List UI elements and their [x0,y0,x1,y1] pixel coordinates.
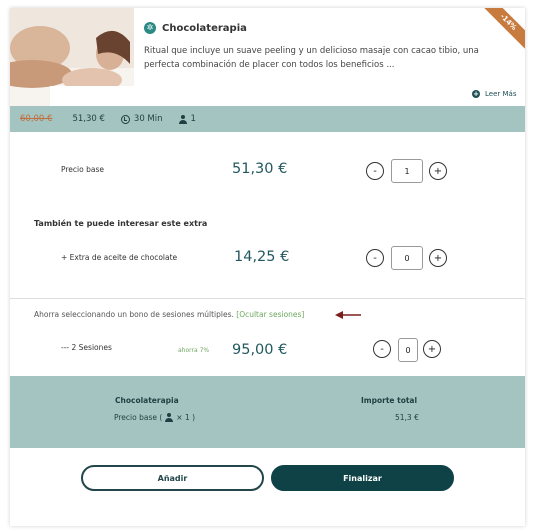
product-title-row: ✲ Chocolaterapia [144,22,247,34]
duration-value: 30 Min [133,114,163,124]
discount-ribbon-label: -14% [481,8,525,52]
person-icon [165,413,174,422]
discount-ribbon: -14% [481,8,525,52]
current-price: 51,30 € [72,114,105,124]
bono-decrement-button[interactable]: - [373,340,391,358]
summary-line-qty: × 1 ) [176,413,196,422]
people-value: 1 [190,114,196,124]
product-info-bar: 60,00 € 51,30 € 30 Min 1 [10,106,525,132]
order-summary: Chocolaterapia Precio base ( × 1 ) Impor… [10,376,525,448]
person-icon [178,114,187,124]
extra-label: + Extra de aceite de chocolate [61,253,178,262]
extra-quantity-input[interactable] [391,246,423,270]
bono-session-price: 95,00 € [232,342,288,358]
people-count: 1 [178,114,196,124]
bono-saving-badge: ahorra 7% [178,347,210,354]
add-button[interactable]: Añadir [81,465,264,491]
extras-heading: También te puede interesar este extra [34,219,208,228]
bono-text: Ahorra seleccionando un bono de sesiones… [34,310,234,319]
bono-increment-button[interactable]: + [423,340,441,358]
bono-session-label: --- 2 Sesiones [61,343,112,352]
summary-product-name: Chocolaterapia [115,396,179,405]
product-description: Ritual que incluye un suave peeling y un… [144,46,479,70]
base-decrement-button[interactable]: - [366,162,384,180]
plus-circle-icon: + [472,89,480,98]
base-quantity-input[interactable] [391,159,423,183]
extra-decrement-button[interactable]: - [366,249,384,267]
total-value: 51,3 € [395,413,419,422]
summary-line: Precio base ( × 1 ) [114,413,195,422]
base-price-value: 51,30 € [232,161,288,177]
total-label: Importe total [361,396,418,405]
product-name: Chocolaterapia [162,22,247,34]
extra-increment-button[interactable]: + [429,249,447,267]
bono-message: Ahorra seleccionando un bono de sesiones… [34,310,304,319]
product-card: ✲ Chocolaterapia Ritual que incluye un s… [10,8,525,526]
arrow-left-icon [335,311,361,319]
clock-icon [120,114,130,124]
summary-line-text: Precio base ( [114,413,163,422]
finish-button[interactable]: Finalizar [271,465,454,491]
section-divider [10,298,525,299]
hide-sessions-link[interactable]: [Ocultar sesiones] [236,310,304,319]
old-price: 60,00 € [20,114,53,124]
read-more-label: Leer Más [485,90,517,98]
brand-circle-icon: ✲ [144,22,156,34]
extra-price: 14,25 € [234,249,290,265]
product-photo [10,8,134,106]
read-more-link[interactable]: + Leer Más [472,90,516,98]
duration: 30 Min [120,114,163,124]
base-price-label: Precio base [61,165,104,174]
base-increment-button[interactable]: + [429,162,447,180]
bono-quantity-input[interactable] [398,338,418,362]
